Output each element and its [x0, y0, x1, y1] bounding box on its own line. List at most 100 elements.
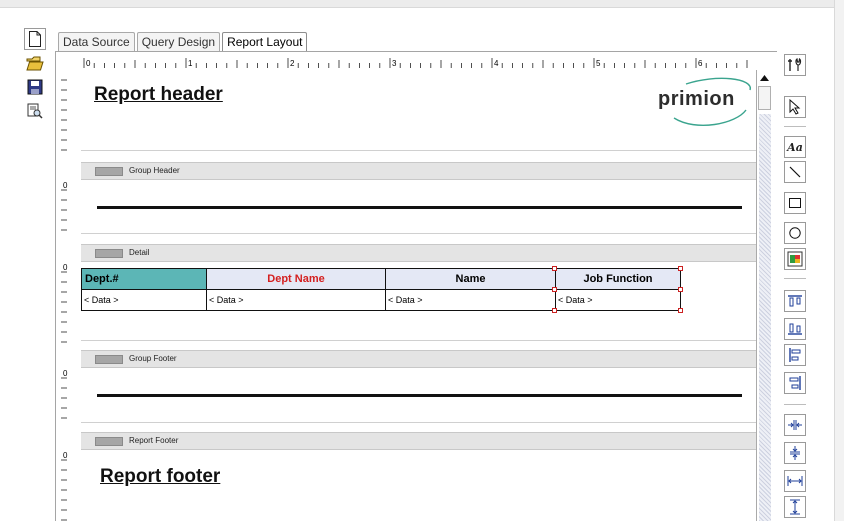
- ruler-number: 4: [494, 59, 499, 68]
- horizontal-ruler: 0 1 2 3 4 5 6: [83, 58, 748, 68]
- tab-report-layout[interactable]: Report Layout: [222, 32, 308, 52]
- print-preview-icon: [27, 103, 43, 119]
- resize-handle[interactable]: [552, 287, 557, 292]
- open-folder-button[interactable]: [24, 52, 46, 74]
- rectangle-tool-button[interactable]: [784, 192, 806, 214]
- line-tool-icon: [789, 166, 801, 178]
- select-arrow-icon: [789, 99, 801, 115]
- column-header-dept-number[interactable]: Dept.#: [81, 268, 207, 290]
- resize-handle[interactable]: [678, 287, 683, 292]
- group-header-band[interactable]: [81, 180, 762, 230]
- tab-query-design[interactable]: Query Design: [136, 32, 221, 52]
- ruler-number: 0: [86, 59, 91, 68]
- column-header-name[interactable]: Name: [385, 268, 556, 290]
- scroll-up-button[interactable]: [757, 70, 772, 86]
- report-header-title[interactable]: Report header: [94, 84, 223, 106]
- data-field-job-function[interactable]: < Data >: [555, 289, 681, 311]
- report-footer-title[interactable]: Report footer: [100, 466, 220, 488]
- select-tool-button[interactable]: [784, 96, 806, 118]
- image-tool-icon: [787, 251, 803, 267]
- scroll-up-arrow-icon: [760, 75, 769, 81]
- align-top-button[interactable]: [784, 290, 806, 312]
- report-designer-window: Data Source Query Design Report Layout 0…: [0, 0, 844, 521]
- detail-band[interactable]: Dept.# Dept Name Name Job Function < Dat…: [81, 262, 762, 342]
- band-separator: [81, 233, 762, 234]
- same-width-button[interactable]: [784, 414, 806, 436]
- resize-handle[interactable]: [678, 308, 683, 313]
- data-field-dept-number[interactable]: < Data >: [81, 289, 207, 311]
- ellipse-tool-icon: [789, 227, 801, 239]
- vertical-spacing-icon: [790, 499, 800, 515]
- ruler-number: 0: [63, 181, 68, 190]
- tools-button[interactable]: [784, 54, 806, 76]
- logo-text: primion: [658, 88, 735, 110]
- line-tool-button[interactable]: [784, 161, 806, 183]
- resize-handle[interactable]: [678, 266, 683, 271]
- scroll-thumb[interactable]: [758, 86, 771, 110]
- right-toolbar: Aa: [784, 0, 810, 521]
- ruler-number: 3: [392, 59, 397, 68]
- align-right-button[interactable]: [784, 372, 806, 394]
- group-footer-line[interactable]: [97, 394, 742, 397]
- same-width-icon: [788, 420, 802, 430]
- window-top-edge: [0, 0, 844, 8]
- report-footer-band[interactable]: Report footer: [81, 450, 762, 521]
- toolbar-separator: [784, 126, 806, 127]
- same-height-icon: [790, 446, 800, 460]
- band-color-swatch: [95, 437, 123, 446]
- detail-label: Detail: [129, 248, 150, 257]
- ruler-number: 0: [63, 369, 68, 378]
- align-bottom-button[interactable]: [784, 318, 806, 340]
- ruler-number: 0: [63, 451, 68, 460]
- vertical-spacing-button[interactable]: [784, 496, 806, 518]
- band-color-swatch: [95, 249, 123, 258]
- column-header-job-function[interactable]: Job Function: [555, 268, 681, 290]
- group-footer-bar[interactable]: Group Footer: [81, 350, 762, 368]
- detail-bar[interactable]: Detail: [81, 244, 762, 262]
- toolbar-separator: [784, 278, 806, 279]
- save-button[interactable]: [24, 76, 46, 98]
- open-folder-icon: [26, 56, 44, 71]
- band-color-swatch: [95, 167, 123, 176]
- designer-tabs: Data Source Query Design Report Layout: [58, 32, 309, 52]
- image-tool-button[interactable]: [784, 248, 806, 270]
- save-icon: [27, 79, 43, 95]
- band-separator: [81, 340, 762, 341]
- tab-data-source[interactable]: Data Source: [58, 32, 135, 52]
- horizontal-spacing-icon: [787, 476, 803, 486]
- text-tool-icon: Aa: [787, 140, 803, 154]
- same-height-button[interactable]: [784, 442, 806, 464]
- data-field-name[interactable]: < Data >: [385, 289, 556, 311]
- group-header-bar[interactable]: Group Header: [81, 162, 762, 180]
- group-header-line[interactable]: [97, 206, 742, 209]
- primion-logo[interactable]: primion: [646, 72, 761, 132]
- data-field-dept-name[interactable]: < Data >: [206, 289, 386, 311]
- ellipse-tool-button[interactable]: [784, 222, 806, 244]
- column-header-dept-name[interactable]: Dept Name: [206, 268, 386, 290]
- report-footer-bar[interactable]: Report Footer: [81, 432, 762, 450]
- band-separator: [81, 422, 762, 423]
- align-right-icon: [789, 376, 801, 390]
- resize-handle[interactable]: [552, 308, 557, 313]
- window-right-edge: [834, 0, 844, 521]
- group-footer-label: Group Footer: [129, 354, 177, 363]
- new-document-button[interactable]: [24, 28, 46, 50]
- toolbar-separator: [784, 404, 806, 405]
- ruler-number: 5: [596, 59, 601, 68]
- rectangle-tool-icon: [789, 198, 801, 208]
- report-canvas[interactable]: Report header primion Group Header Detai…: [81, 70, 762, 521]
- group-header-label: Group Header: [129, 166, 180, 175]
- report-header-band[interactable]: Report header primion: [81, 70, 762, 150]
- report-footer-label: Report Footer: [129, 436, 179, 445]
- horizontal-spacing-button[interactable]: [784, 470, 806, 492]
- align-left-button[interactable]: [784, 344, 806, 366]
- band-separator: [81, 150, 762, 151]
- ruler-number: 0: [63, 263, 68, 272]
- align-left-icon: [789, 348, 801, 362]
- print-preview-button[interactable]: [24, 100, 46, 122]
- group-footer-band[interactable]: [81, 368, 762, 418]
- text-tool-button[interactable]: Aa: [784, 136, 806, 158]
- resize-handle[interactable]: [552, 266, 557, 271]
- scroll-track[interactable]: [759, 114, 771, 521]
- vertical-scrollbar[interactable]: [756, 70, 772, 521]
